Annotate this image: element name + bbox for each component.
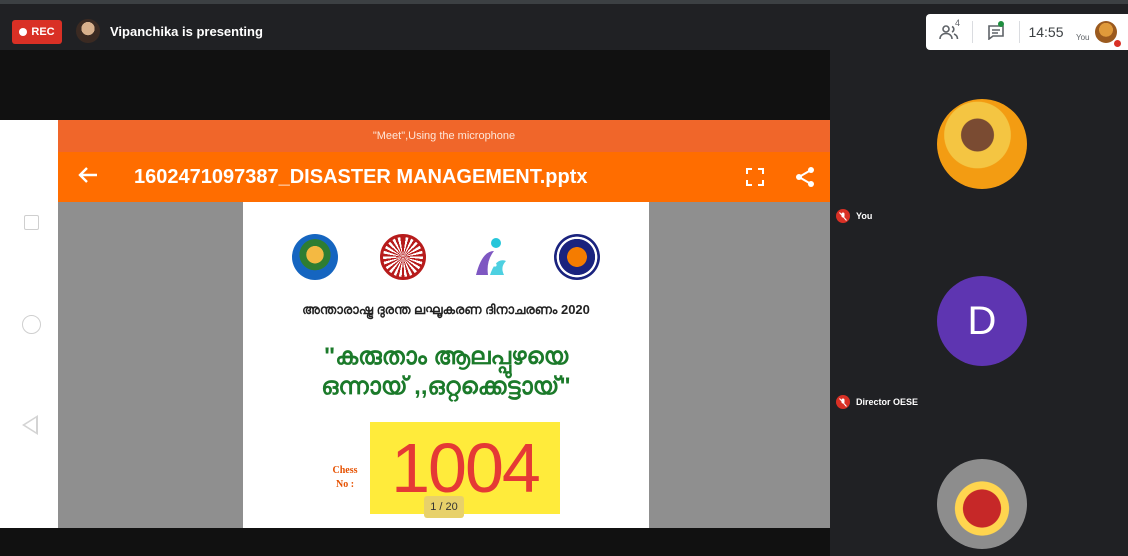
slide-quote: "കരുതാം ആലപ്പുഴയെ ഒന്നായ് ,,ഒറ്റക്കെട്ടാ… xyxy=(243,342,649,402)
chess-number-box: 1004 xyxy=(370,422,560,514)
viewer-app-bar: 1602471097387_DISASTER MANAGEMENT.pptx xyxy=(58,152,830,202)
participant-label: You xyxy=(836,209,872,223)
self-avatar[interactable] xyxy=(1094,21,1122,48)
meeting-clock: 14:55 xyxy=(1028,24,1064,40)
logo-icon xyxy=(380,234,426,280)
chess-label-line: No : xyxy=(335,479,355,490)
participant-tile[interactable]: You xyxy=(830,50,1128,236)
logo-row xyxy=(271,232,621,282)
participants-count: 4 xyxy=(955,18,961,28)
share-button[interactable] xyxy=(780,166,830,188)
participant-name: Director OESE xyxy=(856,397,919,407)
chat-unread-dot xyxy=(998,21,1004,27)
presenter-avatar xyxy=(76,19,100,43)
slide-quote-line: ഒന്നായ് ,,ഒറ്റക്കെട്ടായ്" xyxy=(321,373,571,400)
fullscreen-button[interactable] xyxy=(730,168,780,186)
chat-button[interactable] xyxy=(973,21,1019,40)
recording-badge: REC xyxy=(12,20,62,44)
meeting-toolbar: 4 14:55 You xyxy=(926,14,1128,50)
logo-icon xyxy=(292,234,338,280)
slide-quote-line: "കരുതാം ആലപ്പുഴയെ xyxy=(323,343,569,370)
slide-viewer: അന്താരാഷ്ട്ര ദുരന്ത ലഘൂകരണ ദിനാചരണം 2020… xyxy=(58,202,830,528)
participants-panel: You D Director OESE xyxy=(830,50,1128,556)
screen-letterbox-top xyxy=(0,50,830,120)
participant-tile[interactable]: D Director OESE xyxy=(830,236,1128,422)
back-nav-icon[interactable] xyxy=(22,415,38,435)
page-indicator: 1 / 20 xyxy=(424,496,464,518)
participant-label: Director OESE xyxy=(836,395,918,409)
participant-tile[interactable] xyxy=(830,422,1128,556)
top-edge xyxy=(0,0,1128,4)
back-button[interactable] xyxy=(58,164,118,190)
participant-avatar xyxy=(937,99,1027,189)
arrow-left-icon xyxy=(78,167,97,183)
logo-icon xyxy=(554,234,600,280)
mic-off-icon xyxy=(836,209,850,223)
document-filename: 1602471097387_DISASTER MANAGEMENT.pptx xyxy=(134,165,588,188)
self-label: You xyxy=(1076,32,1090,42)
mic-muted-badge xyxy=(1112,39,1122,48)
presentation-slide[interactable]: അന്താരാഷ്ട്ര ദുരന്ത ലഘൂകരണ ദിനാചരണം 2020… xyxy=(243,202,649,528)
presenter-status: Vipanchika is presenting xyxy=(110,24,263,39)
participant-avatar: D xyxy=(937,276,1027,366)
chess-label-line: Chess xyxy=(332,465,358,476)
participant-name: You xyxy=(856,211,873,221)
chess-label: Chess No : xyxy=(327,464,363,492)
record-dot-icon xyxy=(19,28,28,36)
meet-window: REC Vipanchika is presenting 4 14:55 You xyxy=(0,0,1128,556)
screen-letterbox-bottom xyxy=(0,528,830,556)
rec-label: REC xyxy=(31,26,55,38)
people-button[interactable]: 4 xyxy=(926,18,972,40)
slide-subtitle: അന്താരാഷ്ട്ര ദുരന്ത ലഘൂകരണ ദിനാചരണം 2020 xyxy=(302,302,590,317)
shared-screen: "Meet",Using the microphone 160247109738… xyxy=(0,120,830,528)
android-status-bar: "Meet",Using the microphone xyxy=(58,120,830,152)
participant-avatar xyxy=(937,459,1027,549)
home-icon[interactable] xyxy=(22,315,41,334)
mic-off-icon xyxy=(836,395,850,409)
android-nav-bar xyxy=(0,120,58,528)
share-icon xyxy=(796,167,814,187)
logo-icon xyxy=(468,235,512,279)
recent-apps-icon[interactable] xyxy=(24,215,39,230)
chess-number: 1004 xyxy=(391,429,541,507)
fullscreen-icon xyxy=(746,168,764,186)
